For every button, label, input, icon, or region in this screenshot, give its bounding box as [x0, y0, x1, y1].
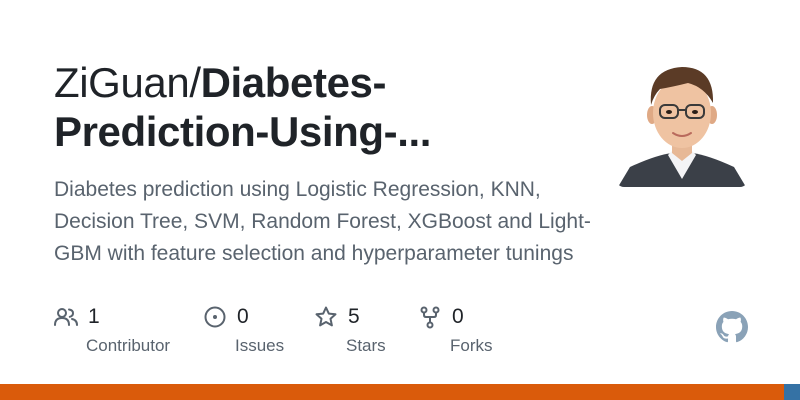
- language-bar: [0, 384, 800, 400]
- github-logo-icon[interactable]: [716, 311, 748, 343]
- language-bar-secondary-segment: [784, 384, 800, 400]
- repository-name-line-1[interactable]: Diabetes-: [201, 59, 387, 106]
- contributors-count: 1: [88, 305, 100, 328]
- repo-forked-icon: [420, 306, 440, 329]
- forks-label: Forks: [450, 336, 493, 355]
- repository-description: Diabetes prediction using Logistic Regre…: [54, 178, 591, 265]
- avatar-portrait-image: [616, 55, 748, 187]
- stars-count: 5: [348, 305, 360, 328]
- issues-count: 0: [237, 305, 249, 328]
- repository-social-card: ZiGuan/Diabetes- Prediction-Using-... Di…: [0, 0, 800, 400]
- issue-opened-icon: [204, 306, 226, 328]
- language-bar-primary-segment: [0, 384, 784, 400]
- stat-contributors[interactable]: 1 Contributor: [54, 304, 170, 356]
- star-icon: [315, 306, 337, 327]
- issues-label: Issues: [235, 336, 285, 355]
- contributors-label: Contributor: [86, 336, 171, 355]
- forks-count: 0: [452, 305, 464, 328]
- people-icon: [54, 308, 78, 326]
- owner-avatar: [616, 55, 748, 187]
- repository-title[interactable]: ZiGuan/Diabetes- Prediction-Using-...: [54, 58, 574, 156]
- stat-issues[interactable]: 0 Issues: [203, 304, 284, 356]
- repository-name-line-2[interactable]: Prediction-Using-...: [54, 108, 431, 155]
- stat-forks[interactable]: 0 Forks: [418, 304, 493, 356]
- stars-label: Stars: [346, 336, 386, 355]
- repository-owner[interactable]: ZiGuan/: [54, 59, 201, 106]
- stat-stars[interactable]: 5 Stars: [314, 304, 386, 356]
